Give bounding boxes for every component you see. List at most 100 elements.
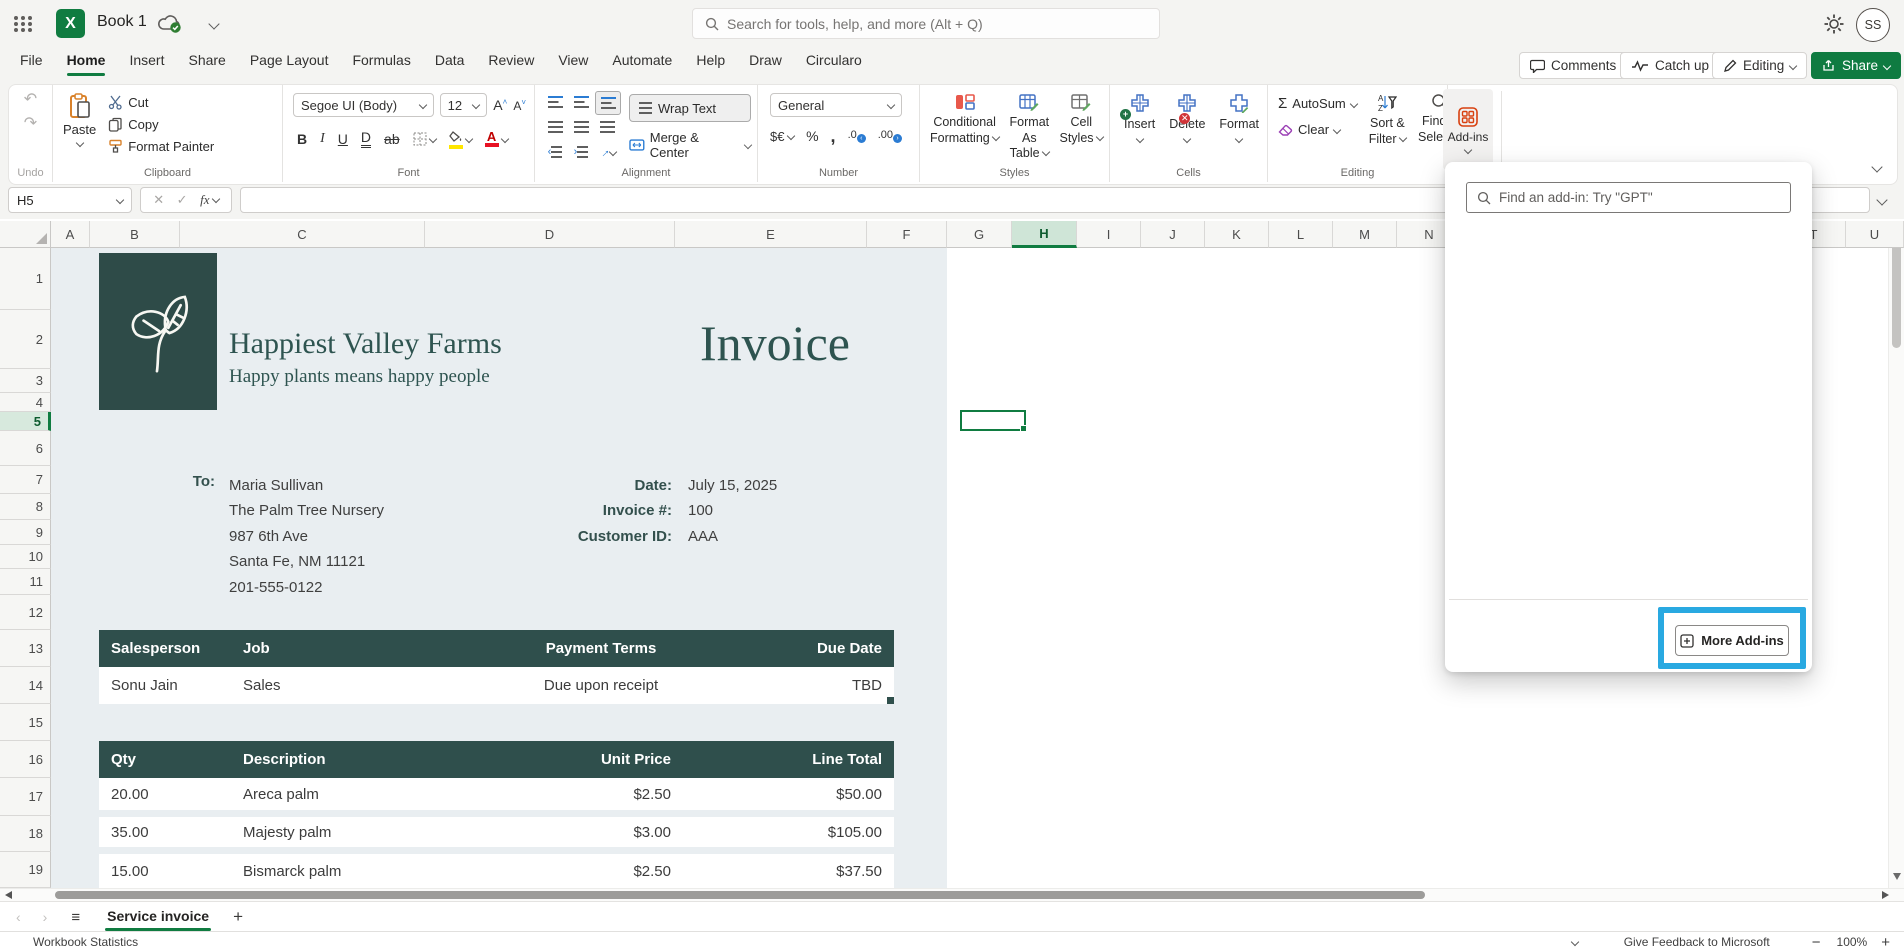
name-box[interactable]: H5 (8, 187, 132, 213)
row-header-7[interactable]: 7 (0, 466, 51, 494)
row-header-19[interactable]: 19 (0, 852, 51, 888)
format-painter-button[interactable]: Format Painter (108, 139, 214, 154)
feedback-link[interactable]: Give Feedback to Microsoft (1624, 935, 1770, 949)
menu-tab-circularo[interactable]: Circularo (794, 46, 874, 74)
copy-button[interactable]: Copy (108, 117, 214, 132)
menu-tab-home[interactable]: Home (55, 46, 118, 74)
row-header-9[interactable]: 9 (0, 520, 51, 545)
horizontal-scrollbar-thumb[interactable] (55, 891, 1425, 899)
column-header-J[interactable]: J (1141, 221, 1205, 248)
menu-tab-insert[interactable]: Insert (117, 46, 176, 74)
workbook-statistics-button[interactable]: Workbook Statistics (33, 935, 138, 949)
comments-button[interactable]: Comments (1519, 52, 1627, 79)
paste-button[interactable]: Paste (63, 93, 96, 154)
row-header-12[interactable]: 12 (0, 595, 51, 630)
redo-icon[interactable]: ↷ (24, 117, 37, 131)
clear-button[interactable]: Clear (1278, 122, 1357, 137)
conditional-formatting-button[interactable]: ConditionalFormatting (930, 93, 999, 162)
next-sheet-arrow-icon[interactable]: › (43, 909, 48, 925)
merge-center-button[interactable]: Merge & Center (629, 130, 751, 160)
decrease-indent-icon[interactable]: ‹ (543, 141, 567, 163)
align-bottom-icon[interactable] (595, 91, 621, 115)
align-middle-icon[interactable] (569, 91, 593, 113)
catch-up-button[interactable]: Catch up (1620, 52, 1720, 79)
status-bar-chevron-icon[interactable] (1570, 938, 1578, 946)
double-underline-button[interactable]: D (361, 130, 371, 148)
column-header-F[interactable]: F (867, 221, 947, 248)
increase-decimal-button[interactable]: .00› (878, 129, 902, 143)
menu-tab-draw[interactable]: Draw (737, 46, 794, 74)
row-header-11[interactable]: 11 (0, 569, 51, 595)
borders-button[interactable] (413, 132, 436, 146)
row-header-3[interactable]: 3 (0, 369, 51, 393)
row-header-4[interactable]: 4 (0, 393, 51, 412)
scroll-right-arrow-icon[interactable] (1882, 891, 1889, 899)
format-cells-button[interactable]: Format (1219, 93, 1259, 148)
column-header-L[interactable]: L (1269, 221, 1333, 248)
global-search-input[interactable]: Search for tools, help, and more (Alt + … (692, 8, 1160, 39)
fill-handle[interactable] (1020, 425, 1027, 432)
row-header-5[interactable]: 5 (0, 412, 51, 431)
align-top-icon[interactable] (543, 91, 567, 113)
row-header-15[interactable]: 15 (0, 704, 51, 741)
autosum-button[interactable]: Σ AutoSum (1278, 95, 1357, 112)
grow-font-icon[interactable]: A˄ (493, 97, 507, 113)
column-header-E[interactable]: E (675, 221, 867, 248)
comma-format-button[interactable]: , (831, 131, 836, 141)
font-color-button[interactable]: A (485, 131, 508, 147)
column-header-D[interactable]: D (425, 221, 675, 248)
add-in-search-input[interactable]: Find an add-in: Try "GPT" (1466, 182, 1791, 213)
cell-styles-button[interactable]: CellStyles (1059, 93, 1103, 162)
wrap-text-button[interactable]: Wrap Text (629, 94, 751, 122)
column-header-K[interactable]: K (1205, 221, 1269, 248)
column-header-A[interactable]: A (51, 221, 90, 248)
column-header-M[interactable]: M (1333, 221, 1397, 248)
selected-cell-h5[interactable] (960, 410, 1026, 431)
italic-button[interactable]: I (320, 131, 325, 147)
font-size-select[interactable]: 12 (440, 93, 488, 117)
increase-indent-icon[interactable]: › (569, 141, 593, 163)
cut-button[interactable]: Cut (108, 95, 214, 110)
bold-button[interactable]: B (297, 131, 307, 147)
row-header-14[interactable]: 14 (0, 667, 51, 704)
column-header-B[interactable]: B (90, 221, 180, 248)
insert-cells-button[interactable]: + Insert (1124, 93, 1155, 148)
delete-cells-button[interactable]: ✕ Delete (1169, 93, 1205, 148)
column-header-C[interactable]: C (180, 221, 425, 248)
more-add-ins-button[interactable]: More Add-ins (1675, 625, 1789, 656)
column-header-I[interactable]: I (1077, 221, 1141, 248)
row-header-2[interactable]: 2 (0, 310, 51, 369)
all-sheets-menu-icon[interactable]: ≡ (71, 909, 81, 926)
enter-check-icon[interactable]: ✓ (177, 192, 188, 208)
menu-tab-page-layout[interactable]: Page Layout (238, 46, 341, 74)
menu-tab-data[interactable]: Data (423, 46, 477, 74)
column-header-H[interactable]: H (1012, 221, 1077, 248)
strikethrough-button[interactable]: ab (384, 131, 400, 147)
menu-tab-file[interactable]: File (8, 46, 55, 74)
menu-tab-view[interactable]: View (546, 46, 600, 74)
excel-logo-icon[interactable]: X (56, 9, 85, 38)
undo-icon[interactable]: ↶ (24, 93, 37, 107)
shrink-font-icon[interactable]: A˅ (513, 98, 526, 113)
percent-format-button[interactable]: % (806, 128, 818, 144)
currency-format-button[interactable]: $€ (770, 129, 794, 144)
share-button[interactable]: Share (1811, 52, 1901, 79)
menu-tab-automate[interactable]: Automate (600, 46, 684, 74)
add-ins-button[interactable]: Add-ins (1443, 89, 1493, 170)
cancel-icon[interactable]: ✕ (153, 192, 164, 208)
align-left-icon[interactable] (543, 116, 567, 138)
add-sheet-button[interactable]: + (233, 907, 243, 927)
row-header-17[interactable]: 17 (0, 778, 51, 816)
scroll-down-arrow-icon[interactable] (1893, 873, 1901, 880)
row-header-1[interactable]: 1 (0, 248, 51, 310)
horizontal-scrollbar[interactable] (0, 888, 1904, 902)
font-name-select[interactable]: Segoe UI (Body) (293, 93, 434, 117)
format-as-table-button[interactable]: Format AsTable (1009, 93, 1049, 162)
vertical-scrollbar-thumb[interactable] (1892, 243, 1901, 348)
zoom-level[interactable]: 100% (1837, 935, 1868, 949)
align-right-icon[interactable] (595, 116, 619, 138)
menu-tab-share[interactable]: Share (176, 46, 237, 74)
menu-tab-help[interactable]: Help (684, 46, 737, 74)
table-resize-handle[interactable] (887, 697, 894, 704)
row-header-18[interactable]: 18 (0, 816, 51, 852)
